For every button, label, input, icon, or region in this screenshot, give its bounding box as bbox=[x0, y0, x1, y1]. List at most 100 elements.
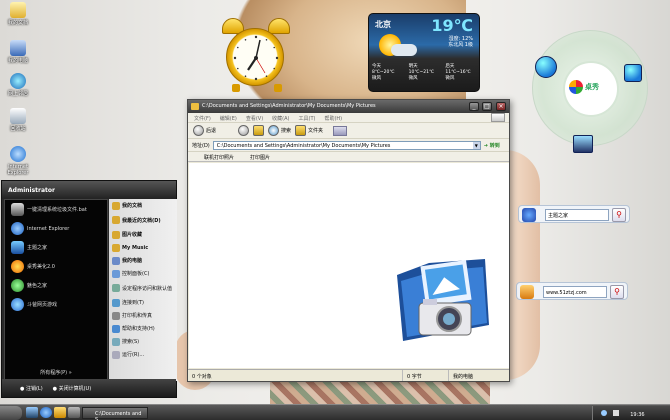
desktop-icon-recycle-bin[interactable]: 回收站 bbox=[4, 108, 32, 132]
place-item[interactable]: 我的文档 bbox=[109, 199, 177, 212]
place-item[interactable]: 连接到(T) bbox=[109, 296, 177, 309]
search-button[interactable]: ⚲ bbox=[610, 285, 624, 299]
forecast-wind: 微风 bbox=[372, 76, 381, 81]
taskbar: C:\Documents and S... 19:36 bbox=[0, 404, 670, 420]
place-item[interactable]: 控制面板(C) bbox=[109, 267, 177, 280]
meise-icon bbox=[11, 279, 24, 292]
theme-icon bbox=[11, 241, 24, 254]
place-item[interactable]: 我最近的文档(D) bbox=[109, 212, 177, 228]
start-item[interactable]: 桌秀美化2.0 bbox=[5, 257, 107, 276]
menu-file[interactable]: 文件(F) bbox=[194, 115, 211, 122]
launcher-dock[interactable]: 桌秀 bbox=[532, 30, 648, 153]
place-label: 打印机和传真 bbox=[122, 313, 153, 319]
weather-city: 北京 bbox=[375, 20, 391, 29]
clock-leg-left bbox=[232, 84, 240, 92]
place-item[interactable]: My Music bbox=[109, 241, 177, 254]
place-item[interactable]: 搜索(S) bbox=[109, 335, 177, 348]
dock-logo-icon[interactable] bbox=[569, 80, 583, 94]
weather-widget[interactable]: 北京 19℃ 湿度: 12% 东北风 1级 今天 8℃~20℃ 微风 明天 10… bbox=[368, 13, 480, 92]
address-value: C:\Documents and Settings\Administrator\… bbox=[216, 142, 391, 149]
paw-icon bbox=[522, 208, 536, 222]
pictures-icon bbox=[112, 230, 120, 239]
search-input-theme[interactable]: 主题之家 bbox=[545, 209, 609, 221]
file-list-area[interactable] bbox=[189, 163, 509, 368]
back-button[interactable]: 后退 bbox=[193, 125, 216, 136]
task-links: 联机打印照片 打印图片 bbox=[188, 152, 509, 162]
start-item[interactable]: 主题之家 bbox=[5, 238, 107, 257]
menu-favorites[interactable]: 收藏(A) bbox=[272, 115, 289, 122]
menu-help[interactable]: 帮助(H) bbox=[324, 115, 342, 122]
search-input-site[interactable]: www.51ztzj.com bbox=[543, 286, 607, 298]
up-folder-button[interactable] bbox=[253, 125, 265, 136]
forward-button[interactable] bbox=[238, 125, 250, 136]
folder-icon[interactable] bbox=[54, 407, 66, 418]
status-size: 0 字节 bbox=[403, 370, 449, 381]
toolbar: 后退 搜索 文件夹 bbox=[188, 123, 509, 139]
weather-wind-direction: 东北风 1级 bbox=[448, 42, 473, 48]
desktop-icon-network[interactable]: 网上邻居 bbox=[4, 73, 32, 97]
start-item[interactable]: 魅色之家 bbox=[5, 276, 107, 295]
status-location: 我的电脑 bbox=[453, 374, 474, 380]
clock-face bbox=[226, 28, 284, 86]
place-label: 我最近的文档(D) bbox=[122, 217, 161, 224]
all-programs-button[interactable]: 所有程序(P) » bbox=[5, 369, 107, 376]
network-icon bbox=[10, 73, 26, 89]
volume-tray-icon[interactable] bbox=[612, 410, 619, 416]
back-label: 后退 bbox=[206, 128, 217, 134]
go-button[interactable]: ➜ 转到 bbox=[484, 142, 500, 149]
menu-tools[interactable]: 工具(T) bbox=[299, 115, 316, 122]
menu-view[interactable]: 查看(V) bbox=[246, 115, 263, 122]
maximize-button[interactable]: □ bbox=[482, 102, 492, 111]
start-button[interactable] bbox=[0, 406, 22, 420]
clock-widget[interactable] bbox=[222, 18, 290, 92]
show-desktop-icon[interactable] bbox=[26, 407, 38, 418]
start-item-label: Internet Explorer bbox=[27, 225, 70, 232]
search-button[interactable]: ⚲ bbox=[612, 208, 626, 222]
chevron-down-icon[interactable]: ▼ bbox=[472, 141, 480, 149]
folder-icon bbox=[112, 201, 120, 210]
desktop-icon-my-computer[interactable]: 我的电脑 bbox=[4, 40, 32, 64]
start-item-label: 一键清理系统垃圾文件.bat bbox=[27, 207, 87, 213]
place-label: 运行(R)... bbox=[122, 352, 145, 358]
place-item[interactable]: 运行(R)... bbox=[109, 348, 177, 361]
place-item[interactable]: 图片收藏 bbox=[109, 228, 177, 241]
smiley-icon[interactable] bbox=[535, 56, 557, 78]
start-item[interactable]: 一键清理系统垃圾文件.bat bbox=[5, 200, 107, 219]
folders-icon bbox=[295, 125, 307, 136]
close-button[interactable]: × bbox=[496, 102, 506, 111]
desktop-icon-my-documents[interactable]: 我的文档 bbox=[4, 2, 32, 26]
explorer-window[interactable]: C:\Documents and Settings\Administrator\… bbox=[187, 99, 510, 382]
music-icon bbox=[112, 243, 120, 252]
window-titlebar[interactable]: C:\Documents and Settings\Administrator\… bbox=[188, 100, 509, 113]
logoff-button[interactable]: ● 注销(L) bbox=[20, 385, 43, 392]
desktop-icon-ie[interactable]: Internet Explorer bbox=[4, 146, 32, 176]
views-button[interactable] bbox=[333, 125, 348, 136]
link-online-print[interactable]: 联机打印照片 bbox=[204, 154, 234, 161]
start-menu-places: 我的文档 我最近的文档(D) 图片收藏 My Music 我的电脑 控制面板(C… bbox=[109, 199, 177, 381]
monitor-icon[interactable] bbox=[573, 135, 593, 153]
menu-edit[interactable]: 编辑(E) bbox=[220, 115, 237, 122]
place-item[interactable]: 打印机和传真 bbox=[109, 309, 177, 322]
shutdown-button[interactable]: ● 关闭计算机(U) bbox=[53, 385, 92, 392]
start-item[interactable]: Internet Explorer bbox=[5, 219, 107, 238]
taskbar-item-explorer[interactable]: C:\Documents and S... bbox=[82, 407, 148, 420]
ie-icon[interactable] bbox=[40, 407, 52, 418]
windows-logo-icon bbox=[491, 113, 505, 122]
weather-forecast: 今天 8℃~20℃ 微风 明天 10℃~21℃ 微风 后天 11℃~16℃ 微风 bbox=[369, 64, 479, 82]
minimize-button[interactable]: _ bbox=[469, 102, 479, 111]
place-item[interactable]: 我的电脑 bbox=[109, 254, 177, 267]
script-icon bbox=[11, 203, 24, 216]
search-icon bbox=[112, 337, 120, 346]
start-item[interactable]: 斗爸网页游戏 bbox=[5, 295, 107, 314]
media-icon[interactable] bbox=[68, 407, 80, 418]
folder-search-icon bbox=[520, 285, 534, 299]
address-input[interactable]: C:\Documents and Settings\Administrator\… bbox=[212, 140, 481, 150]
place-item[interactable]: 设定程序访问和默认值 bbox=[109, 280, 177, 296]
search-toolbar-button[interactable]: 搜索 bbox=[268, 125, 291, 136]
place-item[interactable]: 帮助和支持(H) bbox=[109, 322, 177, 335]
folders-label: 文件夹 bbox=[308, 128, 324, 134]
network-tray-icon[interactable] bbox=[601, 410, 607, 416]
link-print-pictures[interactable]: 打印图片 bbox=[250, 154, 270, 161]
folders-button[interactable]: 文件夹 bbox=[295, 125, 323, 136]
app-shortcut-icon[interactable] bbox=[624, 64, 642, 82]
